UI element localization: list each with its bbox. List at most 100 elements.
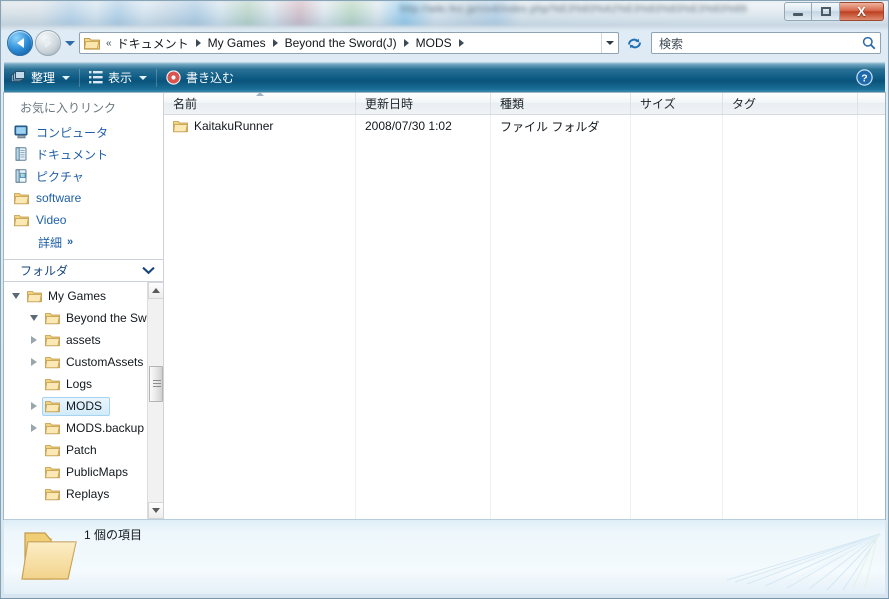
help-button[interactable]: ?: [856, 63, 885, 93]
favorite-item-video[interactable]: Video: [4, 209, 163, 231]
favorite-label: ドキュメント: [36, 146, 108, 163]
twisty-open-icon[interactable]: [8, 293, 24, 299]
column-header-label: 更新日時: [365, 95, 413, 112]
chevron-down-icon: [142, 266, 155, 275]
tree-node-label: Replays: [66, 487, 109, 501]
tree-node-customassets[interactable]: CustomAssets: [4, 351, 163, 373]
column-header-type[interactable]: 種類: [491, 92, 631, 114]
favorite-item-pictures[interactable]: ピクチャ: [4, 165, 163, 187]
refresh-icon: [626, 36, 643, 51]
tree-node-replays[interactable]: Replays: [4, 483, 163, 505]
folder-icon: [45, 399, 60, 413]
views-button[interactable]: 表示: [82, 63, 154, 93]
tree-node-logs[interactable]: Logs: [4, 373, 163, 395]
twisty-open-icon[interactable]: [26, 315, 42, 321]
breadcrumb-separator-icon[interactable]: [404, 39, 409, 47]
tree-node-assets[interactable]: assets: [4, 329, 163, 351]
column-header-row: 名前 更新日時 種類 サイズ タグ: [164, 92, 885, 115]
column-header-date-modified[interactable]: 更新日時: [356, 92, 491, 114]
breadcrumb-item-my-games[interactable]: My Games: [206, 36, 268, 50]
breadcrumb-item-beyond-the-sword[interactable]: Beyond the Sword(J): [283, 36, 399, 50]
details-pane: 1 個の項目: [4, 519, 885, 594]
explorer-body: お気に入りリンク コンピュータ ドキュメント: [4, 92, 885, 519]
favorite-label: software: [36, 191, 81, 205]
minimize-button[interactable]: [784, 2, 812, 21]
favorite-item-software[interactable]: software: [4, 187, 163, 209]
tree-node-my-games[interactable]: My Games: [4, 285, 163, 307]
twisty-closed-icon[interactable]: [26, 424, 42, 432]
folder-icon: [84, 36, 100, 50]
column-header-label: サイズ: [640, 95, 676, 112]
scrollbar-thumb[interactable]: [149, 366, 163, 402]
table-row[interactable]: KaitakuRunner 2008/07/30 1:02 ファイル フォルダ: [164, 115, 885, 137]
organize-button[interactable]: 整理: [4, 63, 77, 93]
tree-node-mods-backup[interactable]: MODS.backup: [4, 417, 163, 439]
favorites-more-button[interactable]: 詳細 »: [4, 231, 163, 253]
tree-node-mods[interactable]: MODS: [4, 395, 163, 417]
folder-icon: [27, 289, 42, 303]
file-list-pane: 名前 更新日時 種類 サイズ タグ: [164, 92, 885, 519]
svg-text:?: ?: [861, 72, 867, 84]
column-header-tags[interactable]: タグ: [723, 92, 858, 114]
column-header-label: 名前: [173, 95, 197, 112]
breadcrumb-separator-icon[interactable]: [273, 39, 278, 47]
tree-node-publicmaps[interactable]: PublicMaps: [4, 461, 163, 483]
forward-button[interactable]: [35, 30, 61, 56]
arrow-up-icon: [152, 288, 160, 293]
search-box[interactable]: 検索: [651, 32, 881, 54]
search-input[interactable]: 検索: [659, 35, 862, 52]
breadcrumb-item-documents[interactable]: ドキュメント: [115, 35, 191, 52]
chevron-double-right-icon: »: [67, 236, 73, 248]
folder-icon: [14, 213, 29, 227]
folder-tree-scrollbar[interactable]: [147, 282, 163, 519]
file-type-cell: ファイル フォルダ: [491, 118, 631, 135]
burn-button[interactable]: 書き込む: [159, 63, 241, 93]
refresh-button[interactable]: [623, 33, 645, 53]
twisty-closed-icon[interactable]: [26, 336, 42, 344]
tree-node-patch[interactable]: Patch: [4, 439, 163, 461]
maximize-icon: [821, 7, 831, 16]
twisty-closed-icon[interactable]: [26, 358, 42, 366]
folders-section-header[interactable]: フォルダ: [4, 259, 163, 282]
close-button[interactable]: X: [840, 2, 884, 21]
folders-section-label: フォルダ: [20, 262, 142, 279]
folder-icon: [45, 355, 60, 369]
favorite-label: コンピュータ: [36, 124, 108, 141]
back-button[interactable]: [7, 30, 33, 56]
breadcrumb-separator-icon[interactable]: [196, 39, 201, 47]
favorite-label: ピクチャ: [36, 168, 84, 185]
help-icon: ?: [856, 69, 873, 86]
burn-icon: [166, 70, 181, 85]
pictures-icon: [14, 169, 29, 183]
maximize-button[interactable]: [812, 2, 840, 21]
twisty-closed-icon[interactable]: [26, 402, 42, 410]
burn-label: 書き込む: [186, 69, 234, 86]
breadcrumb-overflow-icon[interactable]: «: [103, 38, 115, 49]
column-header-label: タグ: [732, 95, 756, 112]
column-header-size[interactable]: サイズ: [631, 92, 723, 114]
scroll-down-button[interactable]: [148, 502, 163, 519]
address-bar[interactable]: « ドキュメント My Games Beyond the Sword(J) MO…: [79, 32, 619, 54]
favorite-item-documents[interactable]: ドキュメント: [4, 143, 163, 165]
folder-icon: [45, 311, 60, 325]
computer-icon: [14, 125, 29, 139]
tree-node-label: Patch: [66, 443, 97, 457]
favorite-item-computer[interactable]: コンピュータ: [4, 121, 163, 143]
scroll-up-button[interactable]: [148, 282, 163, 299]
tree-node-label: assets: [66, 333, 101, 347]
tree-node-label: MODS: [66, 399, 102, 413]
tree-node-label: Logs: [66, 377, 92, 391]
file-name-cell[interactable]: KaitakuRunner: [164, 119, 356, 133]
tree-node-label: CustomAssets: [66, 355, 143, 369]
address-dropdown-button[interactable]: [601, 33, 618, 53]
breadcrumb-item-mods[interactable]: MODS: [414, 36, 454, 50]
history-dropdown-icon[interactable]: [65, 41, 75, 46]
tree-node-label: Beyond the Swor: [66, 311, 157, 325]
tree-node-beyond-the-sword[interactable]: Beyond the Swor: [4, 307, 163, 329]
breadcrumb-separator-icon[interactable]: [459, 39, 464, 47]
folder-icon: [45, 421, 60, 435]
column-header-name[interactable]: 名前: [164, 92, 356, 114]
title-bar: X: [0, 0, 889, 26]
close-icon: X: [857, 5, 866, 18]
organize-icon: [11, 71, 26, 85]
